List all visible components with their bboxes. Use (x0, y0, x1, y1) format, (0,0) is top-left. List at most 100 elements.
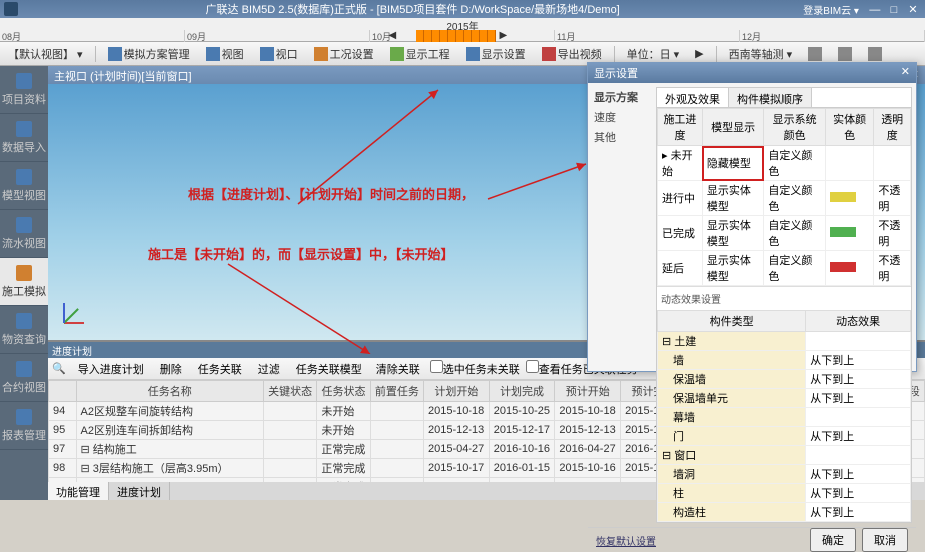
timeline-month[interactable]: 08月 (0, 30, 185, 42)
sidebar-icon (16, 169, 32, 185)
eye-icon (390, 47, 404, 61)
table-row[interactable]: 门从下到上 (658, 427, 911, 446)
window-title: 广联达 BIM5D 2.5(数据库)正式版 - [BIM5D项目套件 D:/Wo… (22, 1, 803, 17)
viewport-title: 主视口 (计划时间)[当前窗口] (54, 68, 192, 82)
viewport-button[interactable]: 视口 (256, 44, 302, 64)
timeline-prev-icon[interactable]: ◀ (389, 30, 397, 41)
unit-dropdown[interactable]: 单位：日 ▾ (623, 44, 684, 64)
dialog-left-item[interactable]: 其他 (592, 127, 652, 147)
col-header[interactable]: 任务名称 (76, 381, 263, 402)
sidebar-label: 物资查询 (2, 331, 46, 347)
export-video-button[interactable]: 导出视频 (538, 44, 606, 64)
timeline-month[interactable]: 12月 (740, 30, 925, 42)
view-button[interactable]: 视图 (202, 44, 248, 64)
cube-icon (206, 47, 220, 61)
col-header[interactable]: 前置任务 (370, 381, 423, 402)
col-header[interactable] (49, 381, 77, 402)
sidebar-icon (16, 409, 32, 425)
clear-rel-button[interactable]: 清除关联 (372, 360, 424, 378)
view-angle-dropdown[interactable]: 西南等轴测 ▾ (725, 44, 797, 64)
dialog-titlebar[interactable]: 显示设置 ✕ (588, 63, 916, 83)
col-header[interactable]: 计划完成 (489, 381, 555, 402)
restore-defaults-link[interactable]: 恢复默认设置 (596, 533, 656, 548)
delete-button[interactable]: 删除 (154, 360, 186, 378)
sidebar-label: 施工模拟 (2, 283, 46, 299)
sidebar-label: 流水视图 (2, 235, 46, 251)
default-view-dropdown[interactable]: 【默认视图】 ▾ (4, 44, 87, 64)
table-row[interactable]: 进行中显示实体模型自定义颜色不透明 (658, 181, 911, 216)
sidebar-item[interactable]: 物资查询 (0, 306, 48, 354)
sidebar-icon (16, 73, 32, 89)
window-buttons: — □ ✕ (867, 3, 921, 16)
dialog-close-icon[interactable]: ✕ (901, 65, 910, 81)
import-schedule-button[interactable]: 导入进度计划 (72, 360, 148, 378)
timeline-days-highlight[interactable] (416, 30, 496, 42)
sidebar-label: 项目资料 (2, 91, 46, 107)
sidebar-item[interactable]: 数据导入 (0, 114, 48, 162)
model-plan-button[interactable]: 模拟方案管理 (104, 44, 194, 64)
display-settings-button[interactable]: 显示设置 (462, 44, 530, 64)
sidebar-icon (16, 361, 32, 377)
axis-x-icon (64, 322, 84, 324)
table-row[interactable]: ⊟ 土建 (658, 332, 911, 351)
user-menu[interactable]: 登录BIM云 ▾ (803, 2, 859, 17)
sidebar-label: 合约视图 (2, 379, 46, 395)
cancel-button[interactable]: 取消 (862, 528, 908, 552)
assoc-model-button[interactable]: 任务关联模型 (290, 360, 366, 378)
sidebar-item[interactable]: 模型视图 (0, 162, 48, 210)
tab-component-order[interactable]: 构件模拟顺序 (729, 88, 812, 107)
table-row[interactable]: 已完成显示实体模型自定义颜色不透明 (658, 216, 911, 251)
play-button[interactable]: ▶ (691, 45, 707, 62)
col-header[interactable]: 关键状态 (263, 381, 316, 402)
axes-gizmo[interactable] (58, 290, 98, 330)
sidebar-item[interactable]: 施工模拟 (0, 258, 48, 306)
display-settings-dialog[interactable]: 显示设置 ✕ 显示方案 速度 其他 外观及效果 构件模拟顺序 施工进度模型显示显… (587, 62, 917, 372)
table-row[interactable]: ⊟ 窗口 (658, 446, 911, 465)
sidebar-item[interactable]: 项目资料 (0, 66, 48, 114)
table-row[interactable]: 保温墙从下到上 (658, 370, 911, 389)
tab-function-mgmt[interactable]: 功能管理 (48, 482, 109, 500)
dialog-footer: 恢复默认设置 确定 取消 (588, 527, 916, 552)
timeline-month[interactable]: 09月 (185, 30, 370, 42)
sidebar-icon (16, 121, 32, 137)
tool-icon-3[interactable] (864, 45, 886, 63)
axis-z-icon (63, 303, 65, 323)
table-row[interactable]: 幕墙 (658, 408, 911, 427)
timeline[interactable]: 2015年 08月 09月 10月 11月 12月 ◀ ▶ (0, 18, 925, 42)
tab-appearance[interactable]: 外观及效果 (657, 88, 729, 107)
tab-schedule[interactable]: 进度计划 (109, 482, 170, 500)
tool-icon-2[interactable] (834, 45, 856, 63)
minimize-icon[interactable]: — (867, 4, 883, 16)
display-proj-button[interactable]: 显示工程 (386, 44, 454, 64)
close-icon[interactable]: ✕ (905, 3, 921, 16)
maximize-icon[interactable]: □ (886, 4, 902, 16)
col-header[interactable]: 任务状态 (317, 381, 370, 402)
annotation-text: 根据【进度计划】、【计划开始】时间之前的日期， (188, 184, 474, 203)
sidebar-item[interactable]: 流水视图 (0, 210, 48, 258)
task-assoc-button[interactable]: 任务关联 (192, 360, 246, 378)
sidebar-item[interactable]: 报表管理 (0, 402, 48, 450)
work-cond-button[interactable]: 工况设置 (310, 44, 378, 64)
search-icon[interactable]: 🔍 (52, 362, 66, 375)
sidebar-item[interactable]: 合约视图 (0, 354, 48, 402)
sidebar-icon (16, 265, 32, 281)
check-unrelated[interactable]: 选中任务未关联 (430, 360, 520, 377)
wrench-icon (314, 47, 328, 61)
dialog-left-item[interactable]: 速度 (592, 107, 652, 127)
col-header[interactable]: 计划开始 (424, 381, 490, 402)
table-row[interactable]: 墙从下到上 (658, 351, 911, 370)
sidebar-label: 报表管理 (2, 427, 46, 443)
progress-display-table[interactable]: 施工进度模型显示显示系统颜色实体颜色透明度 ▸ 未开始隐藏模型自定义颜色 进行中… (657, 108, 911, 286)
timeline-month[interactable]: 11月 (555, 30, 740, 42)
table-row[interactable]: 墙洞从下到上 (658, 465, 911, 484)
table-row[interactable]: 保温墙单元从下到上 (658, 389, 911, 408)
timeline-next-icon[interactable]: ▶ (500, 30, 508, 41)
dialog-tabs: 外观及效果 构件模拟顺序 (657, 88, 911, 108)
table-row[interactable]: ▸ 未开始隐藏模型自定义颜色 (658, 146, 911, 181)
tool-icon-1[interactable] (804, 45, 826, 63)
table-row[interactable]: 延后显示实体模型自定义颜色不透明 (658, 251, 911, 286)
table-row[interactable]: 构造柱从下到上 (658, 503, 911, 522)
component-effect-table[interactable]: 构件类型动态效果 ⊟ 土建 墙从下到上 保温墙从下到上 保温墙单元从下到上 幕墙… (657, 310, 911, 522)
ok-button[interactable]: 确定 (810, 528, 856, 552)
filter-button[interactable]: 过滤 (252, 360, 284, 378)
